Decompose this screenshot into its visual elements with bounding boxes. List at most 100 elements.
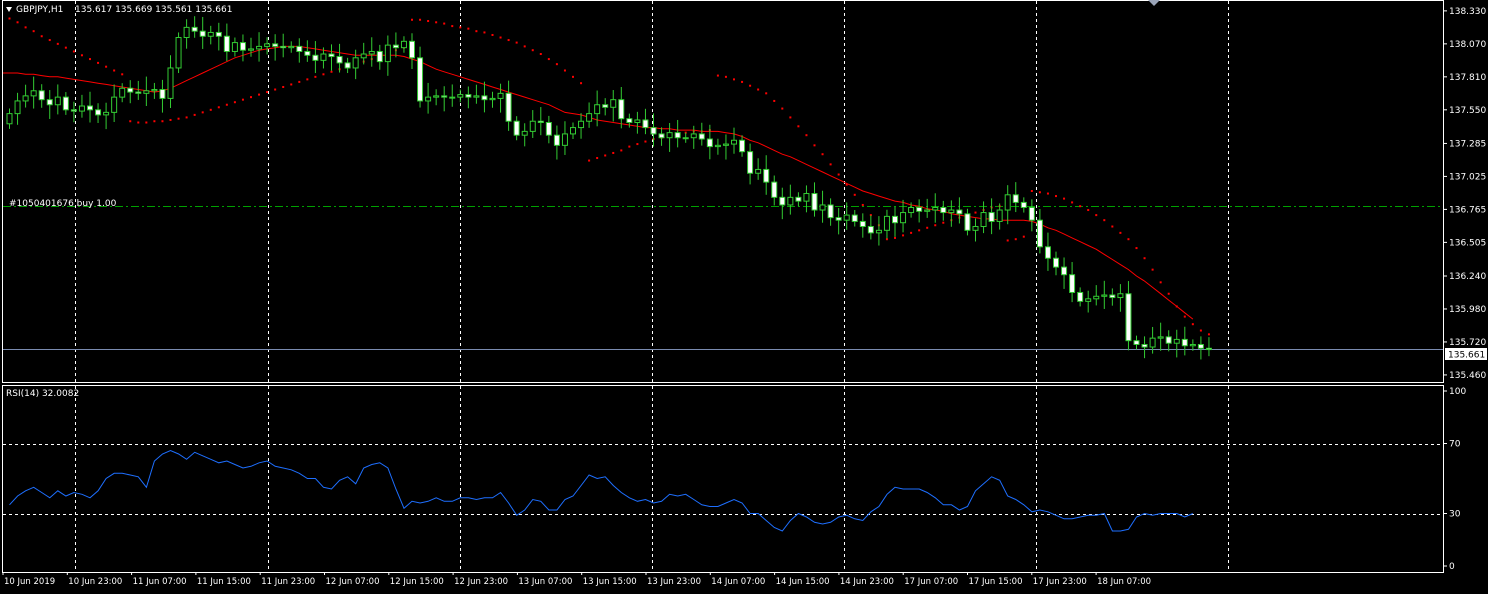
candle-body-bear: [95, 109, 102, 116]
candle-body-bear: [135, 91, 142, 94]
price-tick-label: 135.720: [1449, 338, 1486, 348]
candle-body-bull: [1004, 194, 1011, 211]
sar-dot: [467, 27, 470, 30]
candle-body-bear: [956, 209, 963, 215]
candle-body-bull: [714, 144, 721, 148]
candle-body-bear: [867, 226, 874, 234]
candle-body-bear: [964, 213, 971, 231]
candle-body-bull: [843, 214, 850, 221]
candle-body-bull: [731, 139, 737, 145]
current-price-label: 135.661: [1448, 351, 1485, 361]
candle-body-bear: [1036, 219, 1043, 248]
sar-dot: [1199, 329, 1202, 332]
sar-dot: [724, 75, 727, 78]
candle-body-bull: [578, 120, 585, 129]
candle-body-bear: [851, 214, 858, 222]
price-chart-window[interactable]: 138.330 138.070 137.810 137.550 137.285 137.0…: [0, 0, 1488, 594]
candle-body-bull: [529, 120, 536, 132]
sar-dot: [121, 73, 124, 76]
sar-dot: [105, 65, 108, 68]
sar-dot: [1167, 292, 1170, 295]
sar-dot: [733, 78, 735, 81]
price-tick-label: 135.980: [1449, 305, 1486, 315]
candle-body-bear: [1125, 293, 1132, 342]
candle-body-bear: [159, 89, 166, 99]
candle-body-bear: [62, 96, 69, 111]
candle-body-bull: [457, 94, 464, 98]
sar-dot: [741, 80, 744, 83]
time-tick-label: 17 Jun 07:00: [904, 577, 958, 587]
candle-body-bear: [199, 30, 206, 37]
sar-dot: [612, 151, 615, 154]
candle-body-bull: [384, 44, 391, 63]
candle-body-bear: [392, 44, 399, 49]
sar-dot: [129, 120, 132, 123]
sar-dot: [580, 82, 583, 85]
candle-body-bear: [553, 134, 560, 146]
sar-dot: [1063, 197, 1066, 200]
time-tick-label: 18 Jun 07:00: [1097, 577, 1151, 587]
time-tick-label: 13 Jun 23:00: [647, 577, 701, 587]
candle-body-bull: [1101, 294, 1108, 297]
candle-body-bull: [352, 57, 359, 69]
sar-dot: [1030, 190, 1033, 192]
candle-body-bull: [586, 113, 593, 122]
candle-body-bull: [288, 45, 295, 49]
sar-dot: [1014, 238, 1017, 241]
candle-body-bull: [594, 104, 601, 115]
sar-dot: [185, 116, 188, 119]
candle-body-bear: [811, 193, 818, 211]
sar-dot: [24, 26, 27, 29]
rsi-tick-label: 30: [1449, 510, 1461, 520]
candle-body-bull: [143, 90, 150, 94]
candle-body-bear: [1141, 343, 1148, 348]
candle-body-bull: [570, 127, 576, 135]
candle-body-bull: [473, 95, 480, 98]
candle-body-bull: [1149, 337, 1156, 348]
candle-body-bear: [940, 206, 947, 214]
sar-dot: [523, 45, 526, 48]
sar-dot: [515, 41, 518, 44]
price-tick-label: 135.460: [1449, 371, 1486, 381]
sar-dot: [443, 22, 446, 25]
sar-dot: [306, 78, 309, 81]
sar-dot: [258, 93, 261, 96]
sar-dot: [314, 75, 317, 78]
candle-body-bull: [425, 96, 432, 102]
sar-dot: [1046, 192, 1049, 195]
candle-body-bull: [103, 111, 110, 116]
sar-dot: [419, 18, 422, 21]
sar-dot: [1111, 225, 1114, 228]
sar-dot: [145, 121, 148, 124]
time-tick-label: 14 Jun 15:00: [776, 577, 830, 587]
sar-dot: [620, 149, 623, 152]
symbol-label: GBPJPY,H1: [16, 5, 63, 15]
sar-dot: [926, 226, 929, 229]
time-tick-label: 17 Jun 15:00: [969, 577, 1023, 587]
sar-dot: [32, 30, 35, 33]
sar-dot: [56, 42, 59, 45]
sar-dot: [894, 236, 896, 239]
order-line-label[interactable]: #1050401676 buy 1.00: [9, 199, 117, 209]
price-tick-label: 137.285: [1449, 139, 1486, 149]
sar-dot: [8, 17, 11, 20]
sar-dot: [290, 83, 293, 86]
candle-body-bear: [1077, 291, 1084, 302]
sar-dot: [1103, 219, 1106, 222]
sar-dot: [765, 92, 768, 95]
sar-dot: [72, 50, 75, 53]
candle-body-bear: [1053, 257, 1059, 268]
sar-dot: [266, 91, 269, 94]
sar-dot: [169, 118, 172, 121]
sar-dot: [1183, 315, 1186, 318]
candle-body-bull: [932, 206, 939, 211]
price-tick-label: 137.025: [1449, 172, 1486, 182]
candle-body-bear: [859, 220, 866, 228]
sar-dot: [1038, 191, 1041, 194]
candle-body-bull: [1173, 338, 1180, 344]
candle-body-bear: [1028, 206, 1035, 221]
sar-dot: [885, 238, 888, 241]
sar-dot: [89, 58, 91, 61]
sar-dot: [161, 120, 164, 123]
sar-dot: [209, 108, 212, 111]
